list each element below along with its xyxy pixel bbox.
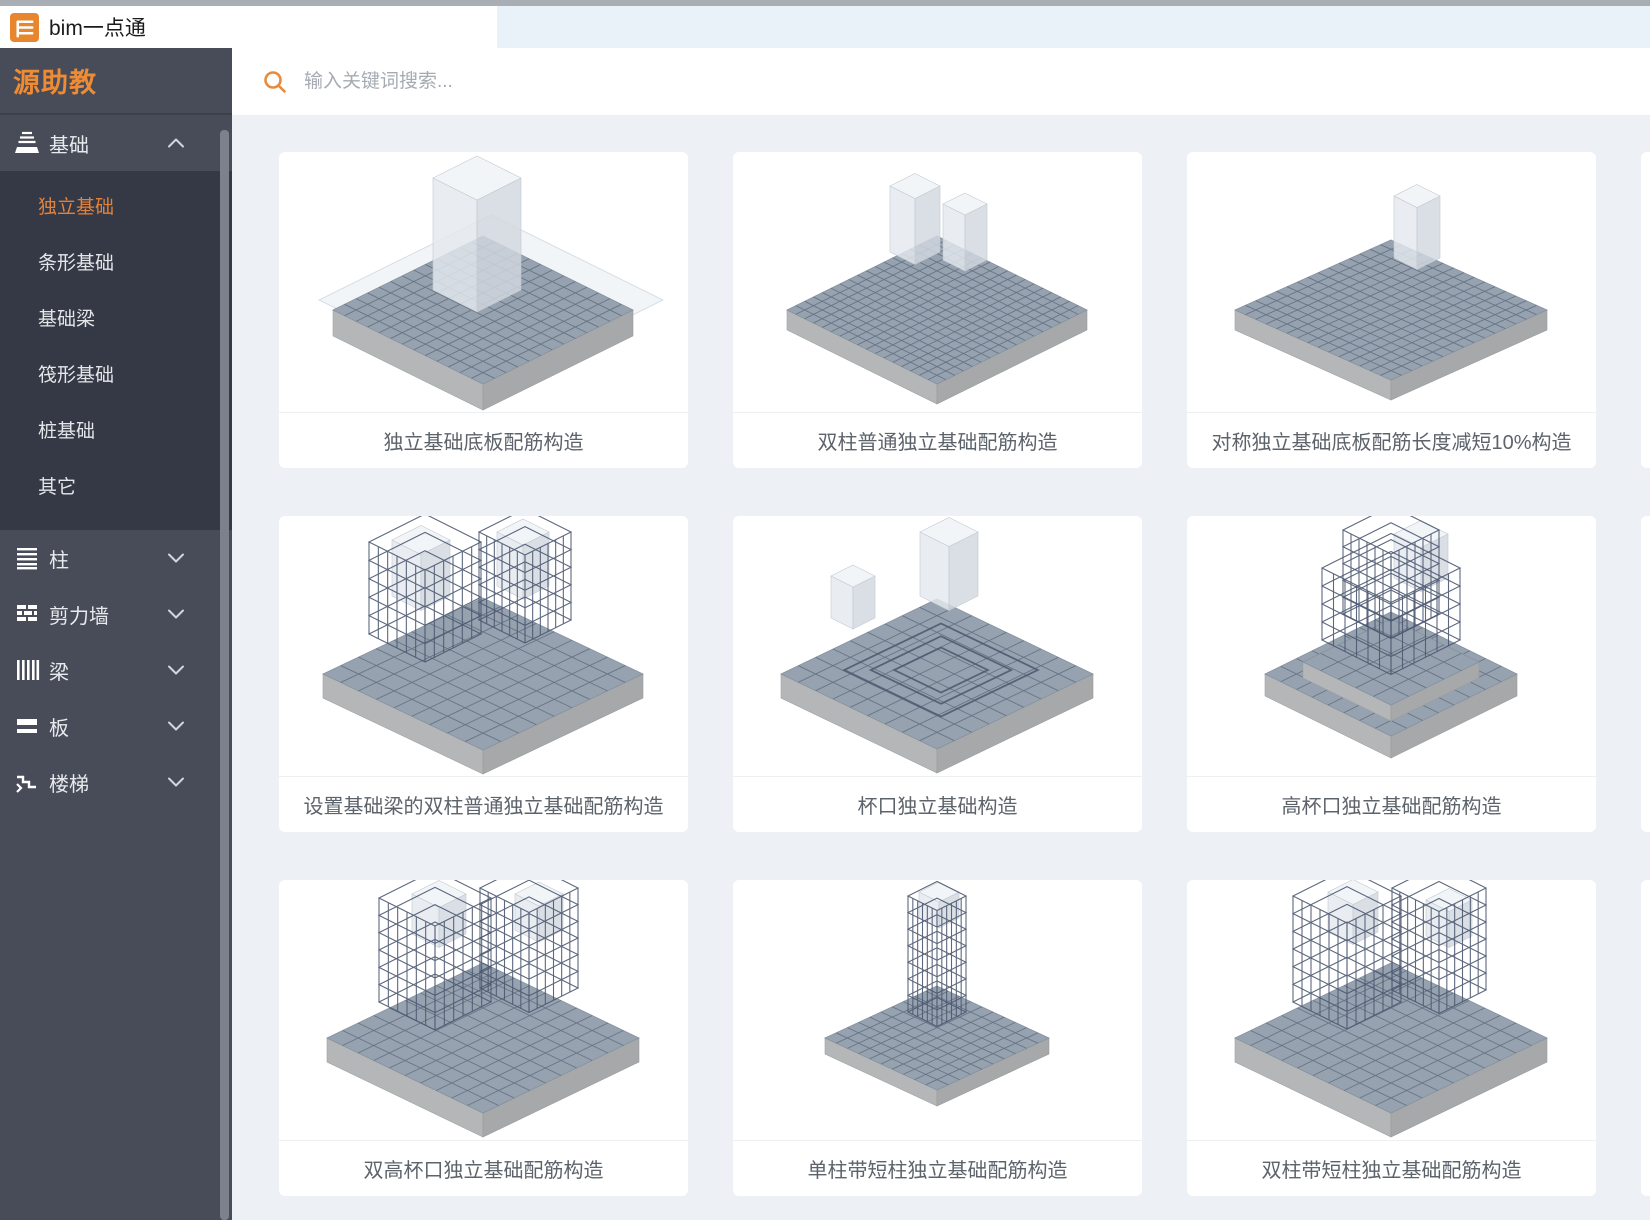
sidebar-scrollbar-thumb[interactable] xyxy=(220,130,229,1220)
partial-card[interactable] xyxy=(1641,880,1650,1196)
search-input[interactable] xyxy=(302,70,726,94)
model-title: 杯口独立基础构造 xyxy=(733,777,1142,832)
beam-icon xyxy=(14,657,40,683)
model-card[interactable]: 双柱带短柱独立基础配筋构造 xyxy=(1187,880,1596,1196)
sidebar-subitem-0-0[interactable]: 独立基础 xyxy=(0,180,232,236)
card-row: 双高杯口独立基础配筋构造单柱带短柱独立基础配筋构造双柱带短柱独立基础配筋构造 xyxy=(279,880,1650,1196)
main-area: 独立基础底板配筋构造双柱普通独立基础配筋构造对称独立基础底板配筋长度减短10%构… xyxy=(232,48,1650,1220)
partial-card[interactable] xyxy=(1641,152,1650,468)
sidebar-item-label: 剪力墙 xyxy=(49,600,109,629)
model-card[interactable]: 高杯口独立基础配筋构造 xyxy=(1187,516,1596,832)
browser-tab[interactable]: bim一点通 xyxy=(0,6,497,48)
column-icon xyxy=(14,545,40,571)
tab-title: bim一点通 xyxy=(49,12,146,42)
app-favicon-icon xyxy=(10,13,39,42)
model-thumbnail xyxy=(279,152,688,413)
model-thumbnail xyxy=(733,152,1142,413)
sidebar-item-3[interactable]: 梁 xyxy=(0,642,232,698)
model-card[interactable]: 单柱带短柱独立基础配筋构造 xyxy=(733,880,1142,1196)
sidebar-subitem-0-2[interactable]: 基础梁 xyxy=(0,292,232,348)
sidebar-item-2[interactable]: 剪力墙 xyxy=(0,586,232,642)
model-title: 双高杯口独立基础配筋构造 xyxy=(279,1141,688,1196)
sidebar-item-0[interactable]: 基础 xyxy=(0,115,232,171)
foundation-icon xyxy=(14,130,40,156)
model-thumbnail xyxy=(733,516,1142,777)
model-card[interactable]: 对称独立基础底板配筋长度减短10%构造 xyxy=(1187,152,1596,468)
sidebar-item-label: 基础 xyxy=(49,129,89,158)
model-title: 单柱带短柱独立基础配筋构造 xyxy=(733,1141,1142,1196)
model-card[interactable]: 双柱普通独立基础配筋构造 xyxy=(733,152,1142,468)
stairs-icon xyxy=(14,769,40,795)
card-row: 设置基础梁的双柱普通独立基础配筋构造杯口独立基础构造高杯口独立基础配筋构造 xyxy=(279,516,1650,832)
model-thumbnail xyxy=(1187,152,1596,413)
model-card[interactable]: 设置基础梁的双柱普通独立基础配筋构造 xyxy=(279,516,688,832)
sidebar-item-5[interactable]: 楼梯 xyxy=(0,754,232,810)
sidebar-item-label: 板 xyxy=(49,712,69,741)
sidebar-item-label: 柱 xyxy=(49,544,69,573)
model-thumbnail xyxy=(279,516,688,777)
model-card[interactable]: 杯口独立基础构造 xyxy=(733,516,1142,832)
model-title: 独立基础底板配筋构造 xyxy=(279,413,688,468)
sidebar-item-1[interactable]: 柱 xyxy=(0,530,232,586)
model-thumbnail xyxy=(733,880,1142,1141)
sidebar-subitem-0-5[interactable]: 其它 xyxy=(0,460,232,516)
sidebar-submenu: 独立基础条形基础基础梁筏形基础桩基础其它 xyxy=(0,171,232,530)
model-thumbnail xyxy=(1187,516,1596,777)
model-title: 设置基础梁的双柱普通独立基础配筋构造 xyxy=(279,777,688,832)
slab-icon xyxy=(14,713,40,739)
model-card[interactable]: 双高杯口独立基础配筋构造 xyxy=(279,880,688,1196)
model-thumbnail xyxy=(1187,880,1596,1141)
browser-tab-bar: bim一点通 xyxy=(0,6,1650,48)
model-title: 双柱带短柱独立基础配筋构造 xyxy=(1187,1141,1596,1196)
sidebar-item-4[interactable]: 板 xyxy=(0,698,232,754)
partial-card[interactable] xyxy=(1641,516,1650,832)
model-title: 双柱普通独立基础配筋构造 xyxy=(733,413,1142,468)
search-icon xyxy=(262,69,288,95)
shearwall-icon xyxy=(14,601,40,627)
sidebar: 源助教 基础独立基础条形基础基础梁筏形基础桩基础其它柱剪力墙梁板楼梯 xyxy=(0,48,232,1220)
sidebar-subitem-0-4[interactable]: 桩基础 xyxy=(0,404,232,460)
model-title: 对称独立基础底板配筋长度减短10%构造 xyxy=(1187,413,1596,468)
sidebar-subitem-0-1[interactable]: 条形基础 xyxy=(0,236,232,292)
sidebar-nav: 基础独立基础条形基础基础梁筏形基础桩基础其它柱剪力墙梁板楼梯 xyxy=(0,115,232,810)
sidebar-subitem-0-3[interactable]: 筏形基础 xyxy=(0,348,232,404)
sidebar-item-label: 楼梯 xyxy=(49,768,89,797)
search-bar xyxy=(232,48,1650,115)
model-title: 高杯口独立基础配筋构造 xyxy=(1187,777,1596,832)
card-grid: 独立基础底板配筋构造双柱普通独立基础配筋构造对称独立基础底板配筋长度减短10%构… xyxy=(232,115,1650,1220)
card-row: 独立基础底板配筋构造双柱普通独立基础配筋构造对称独立基础底板配筋长度减短10%构… xyxy=(279,152,1650,468)
sidebar-item-label: 梁 xyxy=(49,656,69,685)
sidebar-brand: 源助教 xyxy=(0,48,232,115)
model-card[interactable]: 独立基础底板配筋构造 xyxy=(279,152,688,468)
model-thumbnail xyxy=(279,880,688,1141)
